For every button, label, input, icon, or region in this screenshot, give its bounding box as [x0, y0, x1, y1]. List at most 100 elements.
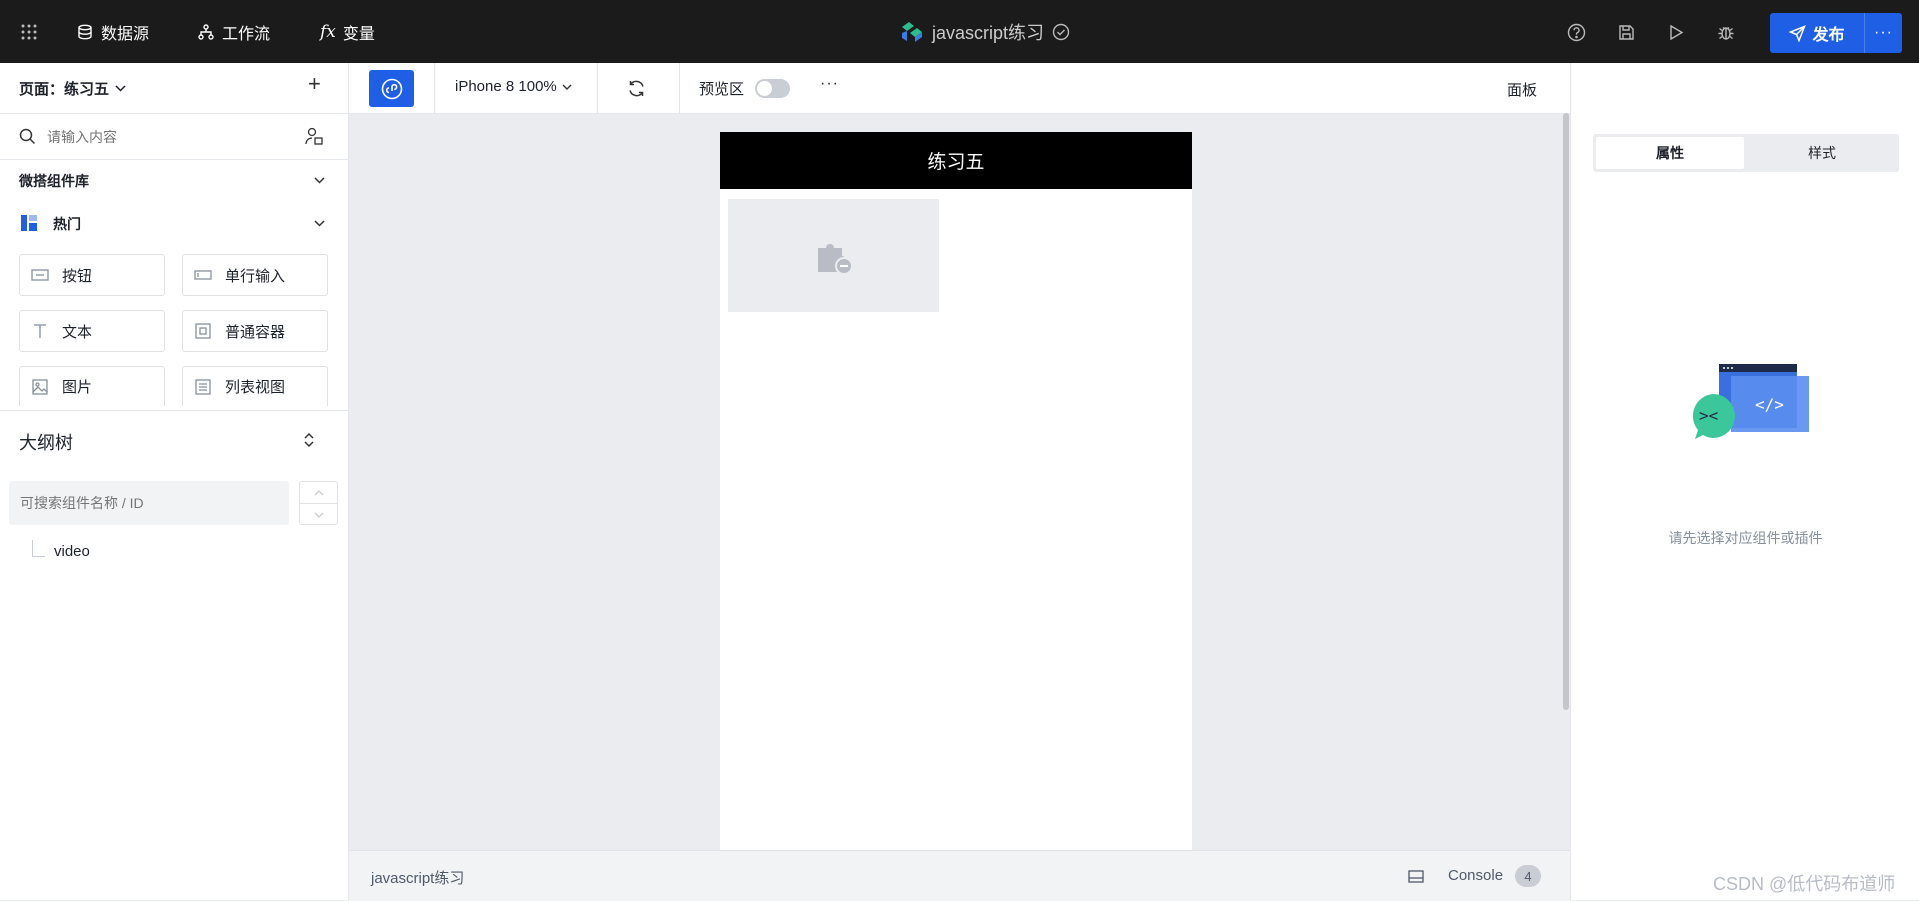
divider: [679, 63, 680, 113]
app-title-group: javascript练习: [900, 0, 1078, 63]
device-selector[interactable]: iPhone 8 100%: [455, 78, 572, 95]
library-title: 微搭组件库: [19, 173, 89, 189]
toolbar-more-button[interactable]: ···: [820, 75, 839, 93]
tree-connector: [32, 540, 45, 557]
workflow-label: 工作流: [222, 25, 271, 43]
component-button[interactable]: 按钮: [19, 254, 165, 296]
datasource-menu[interactable]: 数据源: [77, 0, 149, 63]
publish-button-group: 发布 ···: [1770, 13, 1902, 53]
plugin-missing-icon: [817, 243, 853, 275]
hot-group-icon: [21, 215, 37, 231]
console-count-badge: 4: [1515, 865, 1541, 887]
status-app-name: javascript练习: [371, 870, 465, 887]
property-tabs: 属性 样式: [1593, 134, 1899, 172]
phone-preview: 练习五: [720, 132, 1192, 850]
collapse-toggle-icon[interactable]: [303, 432, 315, 448]
text-icon: [30, 321, 50, 341]
image-icon: [30, 377, 50, 397]
publish-more-button[interactable]: ···: [1865, 24, 1902, 42]
database-icon: [78, 24, 92, 39]
check-circle-icon: [1052, 23, 1070, 40]
tree-item-video[interactable]: video: [54, 543, 90, 560]
chevron-down-icon[interactable]: [314, 177, 325, 184]
canvas-toolbar: iPhone 8 100% 预览区 ··· 面板: [349, 63, 1570, 114]
outline-next-button[interactable]: [300, 504, 337, 525]
component-label: 文本: [62, 323, 93, 341]
miniprogram-mode-button[interactable]: [369, 70, 414, 107]
component-container[interactable]: 普通容器: [182, 310, 328, 352]
right-panel: 属性 样式 </> >< 请先选择对应组件或插件 CSDN @低代码布道师: [1570, 63, 1919, 900]
preview-label: 预览区: [699, 81, 745, 98]
play-icon[interactable]: [1665, 21, 1687, 43]
publish-button[interactable]: 发布: [1770, 21, 1864, 45]
chevron-down-icon[interactable]: [314, 220, 325, 227]
phone-page-title: 练习五: [927, 152, 985, 173]
debug-bug-icon[interactable]: [1715, 21, 1737, 43]
toggle-knob: [757, 81, 772, 96]
component-list-view[interactable]: 列表视图: [182, 366, 328, 406]
divider: [597, 63, 598, 113]
app-title: javascript练习: [932, 22, 1045, 43]
component-label: 列表视图: [225, 379, 286, 396]
preview-toggle[interactable]: [755, 79, 790, 98]
datasource-label: 数据源: [101, 25, 150, 43]
chevron-down-icon: [562, 84, 572, 90]
video-component-placeholder[interactable]: [728, 199, 939, 312]
outline-nav-buttons: [299, 481, 338, 525]
top-bar: 数据源 工作流 fx 变量 javascript练习 发布 ···: [0, 0, 1919, 63]
svg-text:><: ><: [1699, 406, 1718, 425]
app-logo-icon: [902, 21, 922, 42]
outline-search-input[interactable]: [9, 481, 289, 525]
component-image[interactable]: 图片: [19, 366, 165, 406]
component-text[interactable]: 文本: [19, 310, 165, 352]
panel-toggle-button[interactable]: 面板: [1507, 79, 1537, 100]
help-icon[interactable]: [1565, 21, 1587, 43]
component-label: 普通容器: [225, 323, 286, 341]
canvas-scrollbar[interactable]: [1563, 113, 1569, 710]
save-icon[interactable]: [1615, 21, 1637, 43]
divider: [0, 159, 348, 160]
chevron-down-icon: [115, 85, 126, 92]
component-label: 图片: [62, 379, 93, 396]
variables-label: 变量: [342, 25, 375, 43]
input-icon: [193, 265, 213, 285]
page-selector-label: 页面：练习五: [19, 81, 110, 98]
workflow-menu[interactable]: 工作流: [198, 0, 270, 63]
page-selector[interactable]: 页面：练习五: [19, 78, 126, 99]
divider: [0, 410, 348, 411]
workflow-icon: [198, 23, 214, 40]
button-icon: [30, 265, 50, 285]
hot-group-title: 热门: [53, 216, 81, 232]
refresh-icon[interactable]: [627, 79, 646, 98]
function-icon: fx: [320, 21, 336, 42]
container-icon: [193, 321, 213, 341]
app-grid-icon[interactable]: [18, 21, 40, 43]
svg-text:</>: </>: [1755, 395, 1784, 414]
component-label: 单行输入: [225, 267, 286, 285]
tab-properties[interactable]: 属性: [1596, 137, 1744, 169]
search-icon: [19, 128, 36, 145]
outline-title: 大纲树: [19, 433, 73, 453]
component-search-input[interactable]: [45, 123, 289, 151]
empty-hint: 请先选择对应组件或插件: [1668, 530, 1823, 546]
empty-state-illustration: </> ><: [1692, 364, 1809, 439]
watermark: CSDN @低代码布道师: [1713, 874, 1896, 894]
divider: [0, 113, 348, 114]
console-button[interactable]: Console: [1448, 867, 1503, 884]
device-label: iPhone 8 100%: [455, 78, 557, 95]
layout-icon[interactable]: [1408, 870, 1424, 883]
list-icon: [193, 377, 213, 397]
publish-label: 发布: [1812, 27, 1845, 44]
chevron-up-icon: [314, 489, 323, 495]
chevron-down-icon: [314, 512, 323, 518]
send-icon: [1789, 24, 1807, 42]
component-single-input[interactable]: 单行输入: [182, 254, 328, 296]
status-bar: javascript练习 Console 4: [349, 850, 1570, 901]
outline-prev-button[interactable]: [300, 482, 337, 504]
variables-menu[interactable]: fx 变量: [320, 0, 375, 63]
add-page-button[interactable]: +: [308, 71, 321, 97]
phone-navbar: 练习五: [720, 132, 1192, 189]
component-market-icon[interactable]: [305, 127, 324, 146]
tab-styles[interactable]: 样式: [1748, 137, 1896, 169]
left-panel: 页面：练习五 + 微搭组件库 热门 按钮 单行输入 文本 普通容器 图片 列表视…: [0, 63, 349, 900]
